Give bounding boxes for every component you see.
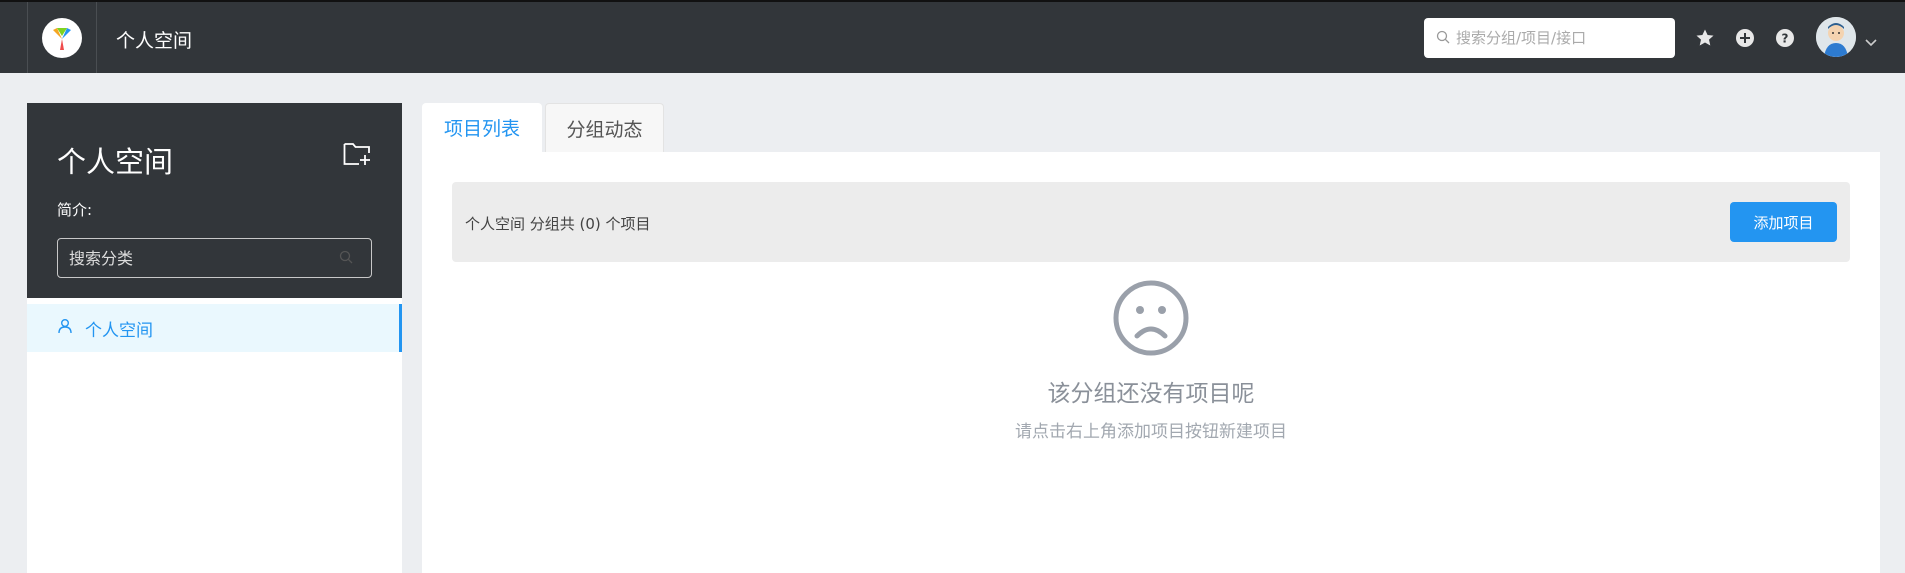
add-folder-icon[interactable] — [343, 141, 373, 171]
group-intro-label: 简介: — [57, 201, 93, 219]
category-search[interactable] — [57, 238, 372, 278]
group-title: 个人空间 — [57, 145, 174, 179]
plus-circle-icon[interactable] — [1734, 27, 1756, 49]
empty-state-subtitle: 请点击右上角添加项目按钮新建项目 — [1015, 422, 1287, 442]
tab-group-activity[interactable]: 分组动态 — [545, 103, 664, 152]
logo-link[interactable] — [27, 2, 97, 73]
chevron-down-icon[interactable] — [1865, 32, 1877, 51]
group-list: 个人空间 — [27, 298, 402, 573]
project-count-text: 个人空间 分组共 (0) 个项目 — [465, 215, 651, 233]
tab-project-list[interactable]: 项目列表 — [422, 103, 542, 152]
help-icon[interactable]: ? — [1774, 27, 1796, 49]
yapi-logo-icon — [42, 17, 82, 58]
search-icon — [339, 249, 353, 268]
sidebar-item-label: 个人空间 — [85, 320, 153, 341]
search-input[interactable] — [1456, 29, 1666, 47]
star-icon[interactable] — [1694, 27, 1716, 49]
global-search[interactable] — [1424, 18, 1675, 58]
svg-text:?: ? — [1782, 32, 1789, 46]
sidebar-item-personal-space[interactable]: 个人空间 — [27, 304, 402, 352]
empty-state-title: 该分组还没有项目呢 — [1047, 381, 1255, 407]
main-content: 个人空间 分组共 (0) 个项目 添加项目 该分组还没有项目呢 请点击右上角添加… — [422, 152, 1880, 573]
project-summary-bar: 个人空间 分组共 (0) 个项目 添加项目 — [452, 182, 1850, 262]
page-title: 个人空间 — [116, 30, 193, 52]
avatar[interactable] — [1816, 17, 1856, 57]
user-icon — [57, 318, 73, 338]
sad-face-icon — [1113, 280, 1189, 360]
add-project-button[interactable]: 添加项目 — [1730, 202, 1837, 242]
top-navbar: 个人空间 ? — [0, 0, 1905, 73]
search-icon — [1436, 29, 1450, 48]
sidebar-header: 个人空间 简介: — [27, 103, 402, 298]
category-search-input[interactable] — [69, 248, 339, 268]
